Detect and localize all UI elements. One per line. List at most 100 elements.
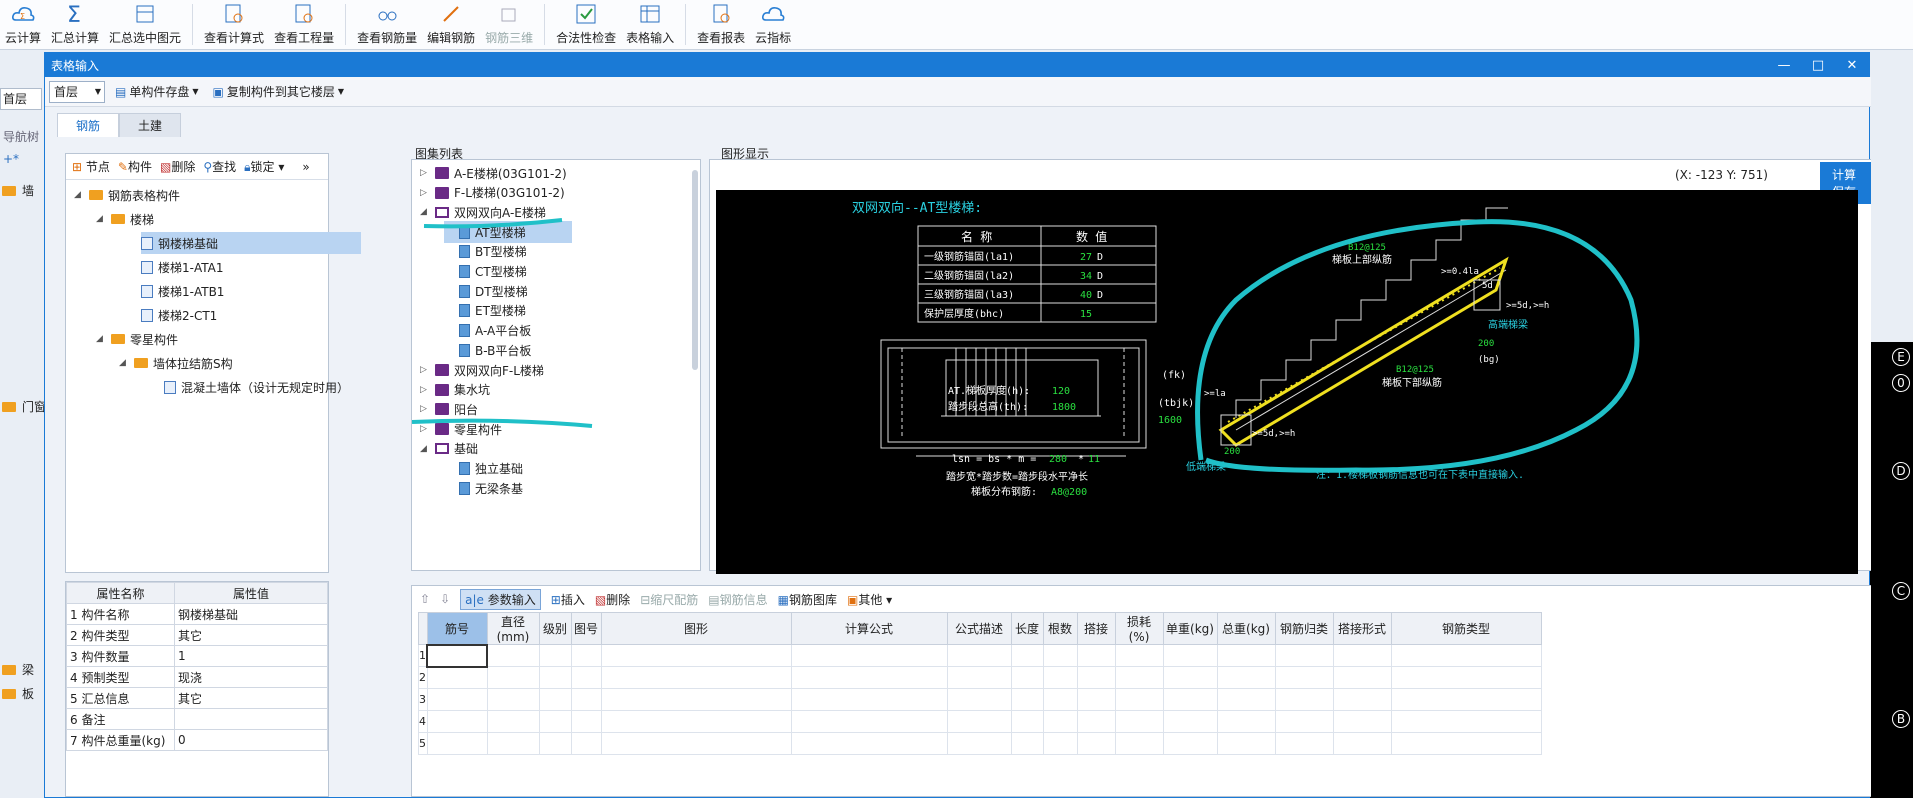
tree-item-misc[interactable]: ◢ 零星构件 [96, 328, 178, 350]
grid-cell[interactable] [570, 688, 602, 711]
grid-cell[interactable] [1216, 666, 1276, 689]
grid-cell[interactable] [1216, 688, 1276, 711]
grid-cell[interactable] [426, 688, 488, 711]
grid-cell[interactable] [1076, 732, 1116, 755]
prop-row[interactable]: 2 构件类型 其它 [66, 624, 328, 646]
grid-header[interactable]: 图形 [600, 612, 792, 645]
ribbon-view-report[interactable]: 查看报表 [692, 0, 750, 50]
prop-row[interactable]: 5 汇总信息 其它 [66, 687, 328, 709]
grid-cell[interactable] [538, 732, 572, 755]
grid-cell[interactable] [1274, 688, 1334, 711]
grid-cell[interactable] [1274, 732, 1334, 755]
grid-cell[interactable] [790, 644, 948, 667]
floor-select[interactable]: 首层 ▼ [49, 80, 105, 103]
grid-cell[interactable] [1216, 710, 1276, 733]
ribbon-rebar-3d[interactable]: 钢筋三维 [480, 0, 538, 50]
ribbon-cloud-index[interactable]: 云指标 [750, 0, 796, 50]
grid-cell[interactable] [600, 710, 792, 733]
cad-bs-value[interactable]: 280 [1049, 454, 1067, 465]
table-row[interactable]: 1 [418, 643, 1542, 668]
grid-header[interactable]: 根数 [1042, 612, 1078, 645]
grid-cell[interactable] [1390, 644, 1542, 667]
nav-item-wall[interactable]: 墙 [2, 182, 34, 199]
grid-cell[interactable] [1042, 710, 1078, 733]
tree-node-button[interactable]: ⊞ 节点 [72, 158, 110, 175]
grid-cell[interactable] [426, 666, 488, 689]
grid-cell[interactable] [600, 644, 792, 667]
grid-header[interactable]: 损耗(%) [1114, 612, 1164, 645]
grid-header[interactable]: 搭接 [1076, 612, 1116, 645]
tree-item-concrete-wall[interactable]: 混凝土墙体（设计无规定时用） [164, 376, 349, 398]
table-row[interactable]: 5 [418, 732, 1542, 755]
table-row[interactable]: 2 [418, 666, 1542, 689]
cad-dist-value[interactable]: A8@200 [1051, 487, 1087, 498]
ribbon-cloud-calc[interactable]: Σ 云计算 [0, 0, 46, 50]
ribbon-validity-check[interactable]: 合法性检查 [551, 0, 621, 50]
table-row[interactable]: 4 [418, 710, 1542, 733]
grid-cell[interactable] [1076, 688, 1116, 711]
tree-item-steel-stair-base[interactable]: 钢楼梯基础 [141, 232, 361, 254]
grid-cell[interactable] [486, 644, 540, 667]
grid-cell[interactable] [1162, 710, 1218, 733]
nav-item-beam[interactable]: 梁 [2, 661, 34, 678]
cad-height-value[interactable]: 1800 [1052, 402, 1076, 413]
cad-thickness-value[interactable]: 120 [1052, 386, 1070, 397]
grid-cell[interactable] [486, 666, 540, 689]
grid-cell[interactable] [946, 710, 1012, 733]
grid-header[interactable]: 单重(kg) [1162, 612, 1218, 645]
grid-cell[interactable] [1390, 688, 1542, 711]
grid-cell[interactable] [1042, 644, 1078, 667]
tree-component-button[interactable]: ✎构件 [118, 158, 152, 175]
grid-cell[interactable] [600, 688, 792, 711]
grid-cell[interactable] [486, 732, 540, 755]
grid-cell[interactable] [426, 732, 488, 755]
copy-floors-button[interactable]: ▣ 复制构件到其它楼层 ▼ [209, 83, 349, 100]
grid-cell[interactable] [538, 644, 572, 667]
prop-row[interactable]: 4 预制类型 现浇 [66, 666, 328, 688]
ribbon-view-formula[interactable]: 查看计算式 [199, 0, 269, 50]
ribbon-sum-calc[interactable]: Σ 汇总计算 [46, 0, 104, 50]
grid-cell[interactable] [1010, 666, 1044, 689]
grid-cell[interactable] [790, 688, 948, 711]
rebar-library-button[interactable]: ▦钢筋图库 [778, 591, 837, 608]
tree-delete-button[interactable]: ▧删除 [160, 158, 195, 175]
grid-header[interactable]: 筋号 [426, 612, 488, 645]
insert-button[interactable]: ⊞插入 [551, 591, 585, 608]
grid-cell[interactable] [1010, 710, 1044, 733]
grid-cell[interactable] [1162, 666, 1218, 689]
grid-cell[interactable] [1390, 666, 1542, 689]
ribbon-table-input[interactable]: 表格输入 [621, 0, 679, 50]
grid-cell[interactable] [600, 666, 792, 689]
tree-lock-button[interactable]: 🔒︎锁定 ▾ [244, 158, 284, 175]
grid-cell[interactable] [1114, 732, 1164, 755]
grid-header[interactable]: 搭接形式 [1332, 612, 1392, 645]
grid-cell[interactable] [1390, 732, 1542, 755]
tree-item-wall-tie[interactable]: ◢ 墙体拉结筋S构 [119, 352, 233, 374]
grid-cell[interactable] [538, 688, 572, 711]
move-up-icon[interactable]: ⇧ [420, 592, 430, 606]
prop-row[interactable]: 7 构件总重量(kg) 0 [66, 729, 328, 751]
scale-rebar-button[interactable]: ⊟缩尺配筋 [640, 591, 698, 608]
grid-delete-button[interactable]: ▧删除 [595, 591, 630, 608]
grid-cell[interactable] [790, 666, 948, 689]
grid-cell[interactable] [570, 666, 602, 689]
rebar-info-button[interactable]: ▤钢筋信息 [708, 591, 767, 608]
grid-cell[interactable] [1010, 688, 1044, 711]
ribbon-edit-rebar[interactable]: 编辑钢筋 [422, 0, 480, 50]
grid-cell[interactable] [1076, 666, 1116, 689]
grid-cell[interactable] [1010, 644, 1044, 667]
tree-find-button[interactable]: ⚲查找 [203, 158, 236, 175]
grid-cell[interactable] [600, 732, 792, 755]
grid-cell[interactable] [1332, 644, 1392, 667]
nav-item-door[interactable]: 门窗 [2, 398, 46, 415]
minimize-button[interactable]: — [1767, 58, 1801, 73]
grid-cell[interactable] [486, 710, 540, 733]
grid-cell[interactable] [946, 666, 1012, 689]
grid-cell[interactable] [1332, 732, 1392, 755]
prop-row[interactable]: 6 备注 [66, 708, 328, 730]
grid-cell[interactable] [1114, 688, 1164, 711]
grid-cell[interactable] [1216, 644, 1276, 667]
grid-cell[interactable] [1114, 666, 1164, 689]
close-button[interactable]: ✕ [1835, 58, 1869, 73]
grid-header[interactable]: 直径(mm) [486, 612, 540, 645]
